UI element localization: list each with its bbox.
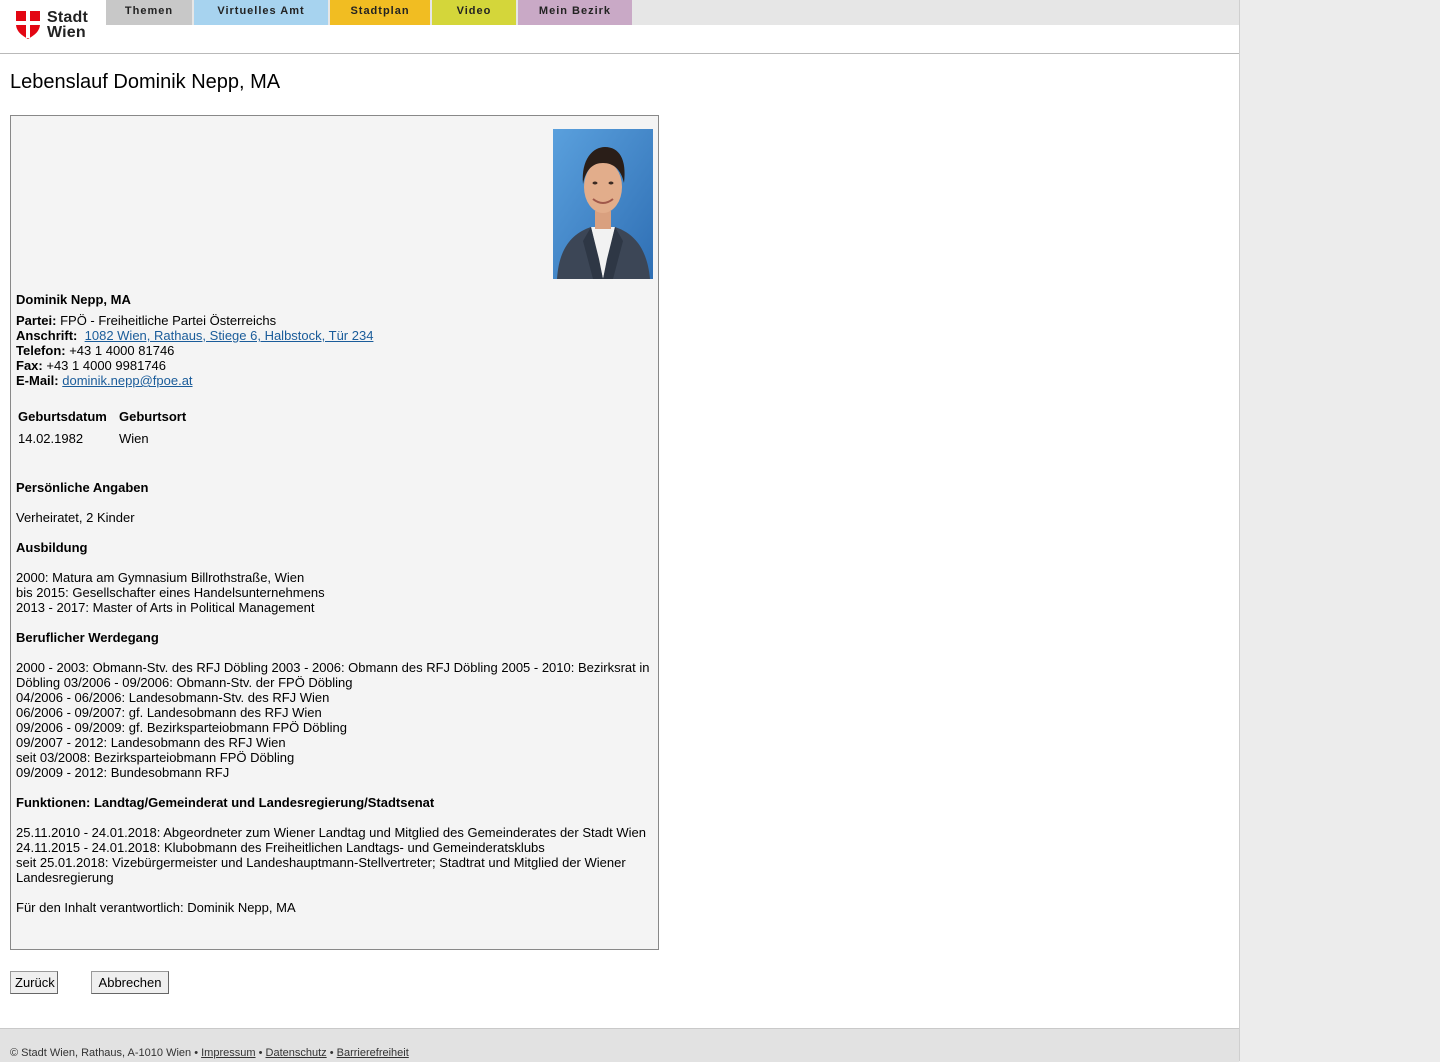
personal-text: Verheiratet, 2 Kinder <box>16 510 135 525</box>
contact-block: Partei: FPÖ - Freiheitliche Partei Öster… <box>16 313 373 388</box>
functions-item: 25.11.2010 - 24.01.2018: Abgeordneter zu… <box>16 825 646 840</box>
footer-separator: • <box>194 1047 199 1059</box>
logo-line-stadt: Stadt <box>47 9 88 26</box>
career-item: 2000 - 2003: Obmann-Stv. des RFJ Döbling… <box>16 660 650 675</box>
education-item: 2000: Matura am Gymnasium Billrothstraße… <box>16 570 305 585</box>
birth-date-header: Geburtsdatum <box>18 408 107 424</box>
footer-link-barrierefreiheit[interactable]: Barrierefreiheit <box>337 1047 409 1059</box>
footer-link-datenschutz[interactable]: Datenschutz <box>266 1047 327 1059</box>
phone-row: Telefon: +43 1 4000 81746 <box>16 343 373 358</box>
tab-video[interactable]: Video <box>432 0 516 25</box>
personal-heading: Persönliche Angaben <box>16 480 149 495</box>
functions-list: 25.11.2010 - 24.01.2018: Abgeordneter zu… <box>16 825 646 885</box>
portrait-photo <box>553 129 653 279</box>
portrait-image <box>553 129 653 279</box>
birth-table: Geburtsdatum Geburtsort 14.02.1982 Wien <box>18 406 186 450</box>
tab-mein-bezirk[interactable]: Mein Bezirk <box>518 0 632 25</box>
footer-link-impressum[interactable]: Impressum <box>201 1047 255 1059</box>
site-footer: © Stadt Wien, Rathaus, A-1010 Wien • Imp… <box>0 1028 1239 1062</box>
education-heading: Ausbildung <box>16 540 88 555</box>
page-title: Lebenslauf Dominik Nepp, MA <box>10 71 281 93</box>
phone-value: +43 1 4000 81746 <box>69 343 175 358</box>
party-value: FPÖ - Freiheitliche Partei Österreichs <box>60 313 277 328</box>
career-item: 09/2007 - 2012: Landesobmann des RFJ Wie… <box>16 735 286 750</box>
career-item: 09/2009 - 2012: Bundesobmann RFJ <box>16 765 230 780</box>
wien-shield-icon <box>16 11 40 39</box>
party-row: Partei: FPÖ - Freiheitliche Partei Öster… <box>16 313 373 328</box>
functions-item: 24.11.2015 - 24.01.2018: Klubobmann des … <box>16 840 545 855</box>
stadt-wien-logo[interactable]: Stadt Wien <box>16 10 96 42</box>
profile-name: Dominik Nepp, MA <box>16 292 131 307</box>
career-item: 09/2006 - 09/2009: gf. Bezirksparteiobma… <box>16 720 347 735</box>
page: Stadt Wien Themen Virtuelles Amt Stadtpl… <box>0 0 1240 1062</box>
email-label: E-Mail: <box>16 373 59 388</box>
address-row: Anschrift: 1082 Wien, Rathaus, Stiege 6,… <box>16 328 373 343</box>
career-item: seit 03/2008: Bezirksparteiobmann FPÖ Dö… <box>16 750 295 765</box>
fax-row: Fax: +43 1 4000 9981746 <box>16 358 373 373</box>
back-button[interactable]: Zurück <box>10 971 58 994</box>
tab-themen[interactable]: Themen <box>106 0 192 25</box>
address-link[interactable]: 1082 Wien, Rathaus, Stiege 6, Halbstock,… <box>85 328 374 343</box>
footer-separator: • <box>258 1047 263 1059</box>
footer-copyright: © Stadt Wien, Rathaus, A-1010 Wien <box>10 1047 192 1059</box>
party-label: Partei: <box>16 313 57 328</box>
profile-panel: Dominik Nepp, MA Partei: FPÖ - Freiheitl… <box>10 115 659 950</box>
birth-place-value: Wien <box>119 430 149 446</box>
career-item: 04/2006 - 06/2006: Landesobmann-Stv. des… <box>16 690 330 705</box>
birth-table-header: Geburtsdatum Geburtsort <box>18 406 186 426</box>
career-heading: Beruflicher Werdegang <box>16 630 159 645</box>
site-header: Stadt Wien Themen Virtuelles Amt Stadtpl… <box>0 0 1239 54</box>
education-item: 2013 - 2017: Master of Arts in Political… <box>16 600 315 615</box>
email-row: E-Mail: dominik.nepp@fpoe.at <box>16 373 373 388</box>
functions-item: seit 25.01.2018: Vizebürgermeister und L… <box>16 855 626 870</box>
career-item: 06/2006 - 09/2007: gf. Landesobmann des … <box>16 705 322 720</box>
logo-text: Stadt Wien <box>47 9 88 41</box>
footer-line: © Stadt Wien, Rathaus, A-1010 Wien • Imp… <box>10 1046 409 1060</box>
logo-line-wien: Wien <box>47 24 86 41</box>
education-item: bis 2015: Gesellschafter eines Handelsun… <box>16 585 325 600</box>
address-label: Anschrift: <box>16 328 78 343</box>
functions-heading: Funktionen: Landtag/Gemeinderat und Land… <box>16 795 435 810</box>
footer-separator: • <box>329 1047 334 1059</box>
birth-table-row: 14.02.1982 Wien <box>18 426 186 450</box>
birth-place-header: Geburtsort <box>119 408 187 424</box>
email-link[interactable]: dominik.nepp@fpoe.at <box>62 373 192 388</box>
education-list: 2000: Matura am Gymnasium Billrothstraße… <box>16 570 325 615</box>
fax-value: +43 1 4000 9981746 <box>46 358 167 373</box>
phone-label: Telefon: <box>16 343 66 358</box>
main-navigation: Themen Virtuelles Amt Stadtplan Video Me… <box>106 0 1239 25</box>
functions-item: Landesregierung <box>16 870 114 885</box>
fax-label: Fax: <box>16 358 43 373</box>
cancel-button[interactable]: Abbrechen <box>91 971 169 994</box>
career-list: 2000 - 2003: Obmann-Stv. des RFJ Döbling… <box>16 660 650 780</box>
birth-date-value: 14.02.1982 <box>18 430 84 446</box>
responsible-note: Für den Inhalt verantwortlich: Dominik N… <box>16 900 296 915</box>
tab-virtuelles-amt[interactable]: Virtuelles Amt <box>194 0 328 25</box>
career-item: Döbling 03/2006 - 09/2006: Obmann-Stv. d… <box>16 675 353 690</box>
tab-stadtplan[interactable]: Stadtplan <box>330 0 430 25</box>
